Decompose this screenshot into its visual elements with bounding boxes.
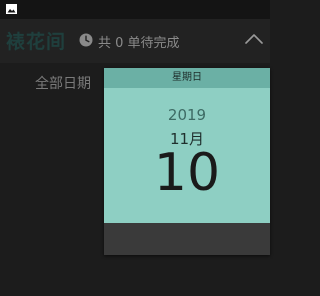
status-bar bbox=[0, 0, 270, 19]
year-label[interactable]: 2019 bbox=[104, 106, 270, 124]
day-label: 10 bbox=[153, 143, 221, 203]
chevron-up-icon[interactable] bbox=[244, 32, 264, 46]
image-icon bbox=[6, 4, 17, 14]
date-display: 2019 11月 10 bbox=[104, 88, 270, 223]
calendar-area bbox=[104, 223, 270, 255]
weekday-label: 星期日 bbox=[104, 68, 270, 88]
pending-orders-status: 共 0 单待完成 bbox=[98, 36, 180, 51]
all-dates-tab[interactable]: 全部日期 bbox=[35, 73, 91, 93]
app-title: 裱花间 bbox=[6, 31, 67, 53]
clock-icon bbox=[79, 33, 93, 47]
date-picker-card[interactable]: 星期日 2019 11月 10 bbox=[104, 68, 270, 255]
app-bar: 裱花间 共 0 单待完成 bbox=[0, 19, 270, 63]
